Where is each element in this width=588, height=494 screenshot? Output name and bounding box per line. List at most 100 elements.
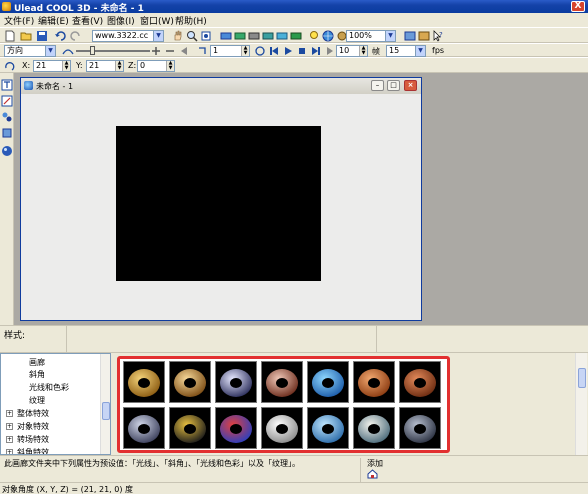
redo-icon[interactable] (70, 30, 82, 42)
x-input[interactable]: 21 ▲ ▼ (33, 60, 71, 72)
object-tool-1-icon[interactable] (220, 30, 232, 42)
insert-geometry-icon[interactable] (1, 145, 13, 157)
render-stage[interactable] (116, 126, 321, 281)
add-keyframe-icon[interactable] (150, 45, 162, 57)
gallery-thumbnail[interactable] (261, 361, 303, 403)
spin-arrows-icon[interactable]: ▲ ▼ (62, 61, 70, 71)
rotate-object-icon[interactable] (4, 60, 16, 72)
insert-text-icon[interactable] (1, 79, 13, 91)
spin-arrows-icon[interactable]: ▲ ▼ (359, 46, 367, 56)
spin-arrows-icon[interactable]: ▲ ▼ (166, 61, 174, 71)
tree-item-bevel-effects[interactable]: 斜角特效 (17, 447, 49, 454)
new-file-icon[interactable] (4, 30, 16, 42)
rewind-icon[interactable] (268, 45, 280, 57)
menu-help[interactable]: 帮助(H) (175, 14, 207, 27)
close-icon[interactable]: × (404, 80, 417, 91)
gallery-thumbnail[interactable] (169, 407, 211, 449)
object-tool-5-icon[interactable] (276, 30, 288, 42)
tree-item-global-effects[interactable]: 整体特效 (17, 408, 49, 419)
library-icon[interactable] (418, 30, 430, 42)
gallery-scrollbar[interactable] (575, 353, 587, 455)
expand-icon[interactable]: + (6, 423, 13, 430)
globe-icon[interactable] (322, 30, 334, 42)
menu-edit[interactable]: 编辑(E) (38, 14, 69, 27)
object-tool-4-icon[interactable] (262, 30, 274, 42)
curve-icon[interactable] (62, 45, 74, 57)
expand-icon[interactable]: + (6, 436, 13, 443)
reverse-icon[interactable] (196, 45, 208, 57)
gallery-thumbnail[interactable] (123, 361, 165, 403)
stop-icon[interactable] (296, 45, 308, 57)
save-icon[interactable] (36, 30, 48, 42)
zoom-combo[interactable]: 100% ▼ (346, 30, 396, 42)
font-combo[interactable]: www.3322.cc ▼ (92, 30, 164, 42)
tree-item-bevel[interactable]: 斜角 (29, 369, 45, 380)
gallery-thumbnail[interactable] (215, 361, 257, 403)
tree-item-object-effects[interactable]: 对象特效 (17, 421, 49, 432)
tree-item-transition-effects[interactable]: 转场特效 (17, 434, 49, 445)
fit-view-icon[interactable] (200, 30, 212, 42)
add-to-gallery-icon[interactable] (367, 469, 378, 479)
play-icon[interactable] (282, 45, 294, 57)
gallery-thumbnail[interactable] (307, 361, 349, 403)
export-icon[interactable] (404, 30, 416, 42)
insert-shape-icon[interactable] (1, 127, 13, 139)
minimize-icon[interactable]: – (371, 80, 384, 91)
forward-icon[interactable] (310, 45, 322, 57)
spin-arrows-icon[interactable]: ▲ ▼ (115, 61, 123, 71)
chevron-down-icon[interactable]: ▼ (153, 31, 163, 41)
y-input[interactable]: 21 ▲ ▼ (86, 60, 124, 72)
expand-icon[interactable]: + (6, 410, 13, 417)
fps-combo[interactable]: 15 ▼ (386, 45, 426, 57)
object-tool-6-icon[interactable] (290, 30, 302, 42)
edit-text-icon[interactable] (1, 95, 13, 107)
chevron-down-icon[interactable]: ▼ (385, 31, 395, 41)
gallery-thumbnail[interactable] (261, 407, 303, 449)
close-window-button[interactable]: X (571, 1, 585, 12)
menu-image[interactable]: 图像(I) (107, 14, 135, 27)
gallery-thumbnail[interactable] (399, 407, 441, 449)
help-pointer-icon[interactable]: ? (432, 30, 444, 42)
z-input[interactable]: 0 ▲ ▼ (137, 60, 175, 72)
current-frame-input[interactable]: 1 ▲ ▼ (210, 45, 250, 57)
open-folder-icon[interactable] (20, 30, 32, 42)
tree-scrollbar-thumb[interactable] (102, 402, 110, 420)
zoom-tool-icon[interactable] (186, 30, 198, 42)
object-tool-3-icon[interactable] (248, 30, 260, 42)
document-title-bar[interactable]: 未命名 - 1 – □ × (21, 78, 421, 94)
insert-graphic-icon[interactable] (1, 111, 13, 123)
light-icon[interactable] (308, 30, 320, 42)
direction-combo[interactable]: 方向 ▼ (4, 45, 56, 57)
tree-item-gallery[interactable]: 画廊 (29, 357, 45, 368)
tree-item-light-color[interactable]: 光线和色彩 (29, 382, 69, 393)
total-frames-input[interactable]: 10 ▲ ▼ (336, 45, 368, 57)
menu-view[interactable]: 查看(V) (72, 14, 103, 27)
next-frame-icon[interactable] (324, 45, 336, 57)
menu-file[interactable]: 文件(F) (4, 14, 34, 27)
ring-icon (220, 369, 252, 397)
ring-icon (128, 369, 160, 397)
object-tool-2-icon[interactable] (234, 30, 246, 42)
gallery-thumbnail[interactable] (399, 361, 441, 403)
maximize-icon[interactable]: □ (387, 80, 400, 91)
gallery-thumbnail[interactable] (215, 407, 257, 449)
prev-keyframe-icon[interactable] (178, 45, 190, 57)
timeline-slider[interactable] (76, 50, 150, 52)
hand-tool-icon[interactable] (172, 30, 184, 42)
tree-scrollbar[interactable] (100, 354, 110, 454)
undo-icon[interactable] (54, 30, 66, 42)
gallery-thumbnail[interactable] (169, 361, 211, 403)
gallery-thumbnail[interactable] (353, 407, 395, 449)
gallery-thumbnail[interactable] (307, 407, 349, 449)
gallery-thumbnail[interactable] (123, 407, 165, 449)
gallery-thumbnail[interactable] (353, 361, 395, 403)
gallery-scrollbar-thumb[interactable] (578, 368, 586, 388)
loop-icon[interactable] (254, 45, 266, 57)
timeline-slider-thumb[interactable] (90, 46, 95, 55)
chevron-down-icon[interactable]: ▼ (45, 46, 55, 56)
remove-keyframe-icon[interactable] (164, 45, 176, 57)
tree-item-texture[interactable]: 纹理 (29, 395, 45, 406)
menu-window[interactable]: 窗口(W) (140, 14, 174, 27)
spin-arrows-icon[interactable]: ▲ ▼ (241, 46, 249, 56)
chevron-down-icon[interactable]: ▼ (415, 46, 425, 56)
